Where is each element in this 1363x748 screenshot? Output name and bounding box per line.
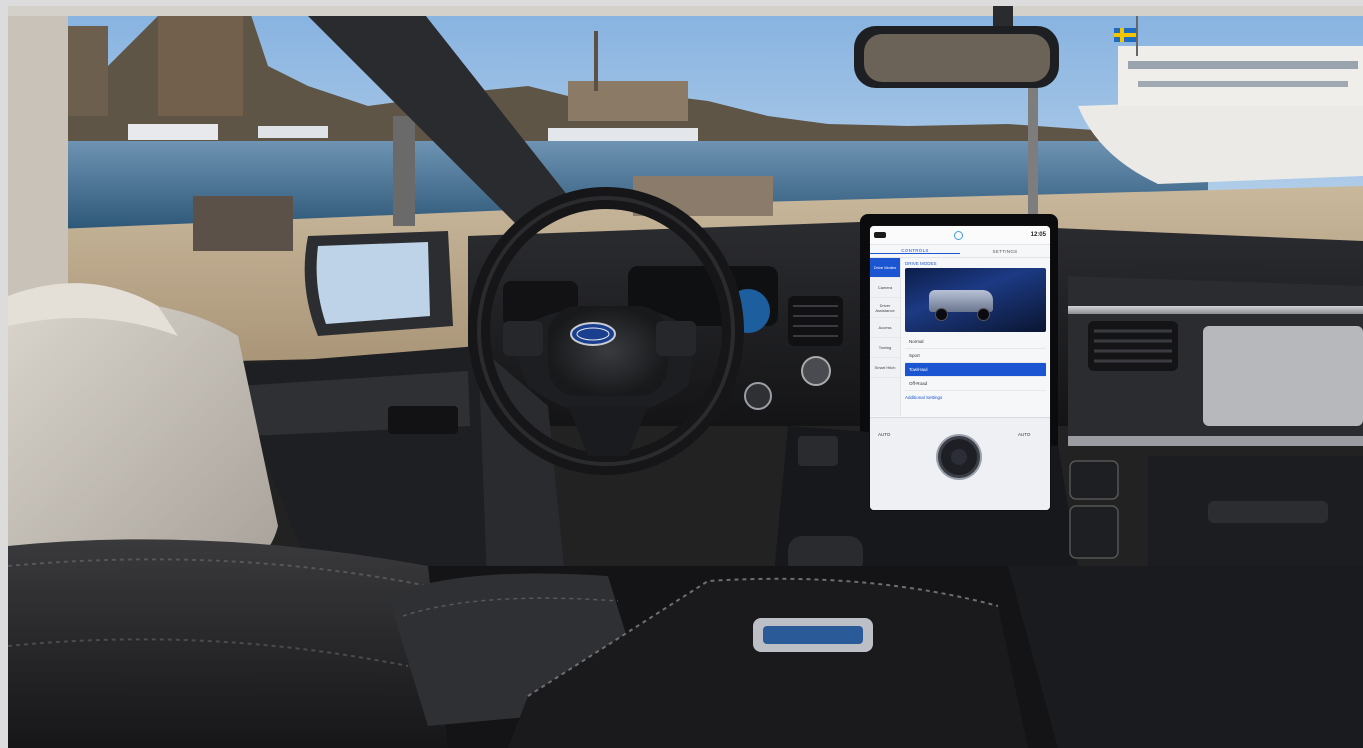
knob-center xyxy=(951,449,967,465)
sidebar-item-access[interactable]: Access xyxy=(870,318,900,338)
sidebar-item-drive-modes[interactable]: Drive Modes xyxy=(870,258,900,278)
mode-off-road[interactable]: Off-Road xyxy=(905,377,1046,391)
tab-settings[interactable]: SETTINGS xyxy=(960,249,1050,254)
mode-sport[interactable]: Sport xyxy=(905,349,1046,363)
sidebar-item-towing[interactable]: Towing xyxy=(870,338,900,358)
volume-knob[interactable] xyxy=(938,436,980,478)
wheel-icon xyxy=(935,308,948,321)
truck-preview-image xyxy=(905,268,1046,332)
alexa-icon[interactable] xyxy=(953,230,963,240)
sidebar-item-smart-hitch[interactable]: Smart Hitch xyxy=(870,358,900,378)
sidebar-item-camera[interactable]: Camera xyxy=(870,278,900,298)
screen-main: DRIVE MODES Normal Sport Tow/Haul Off-Ro… xyxy=(901,258,1050,416)
ford-oval-icon xyxy=(570,322,616,346)
screen-status-bar: 12:05 xyxy=(870,226,1050,245)
additional-settings-link[interactable]: Additional Settings xyxy=(905,391,1046,400)
photo-frame: 12:05 CONTROLS SETTINGS Drive Modes Came… xyxy=(0,0,1363,748)
mode-tow-haul[interactable]: Tow/Haul xyxy=(905,363,1046,377)
truck-interior-photo: 12:05 CONTROLS SETTINGS Drive Modes Came… xyxy=(8,6,1363,748)
tab-controls[interactable]: CONTROLS xyxy=(870,248,960,254)
clock: 12:05 xyxy=(1030,232,1046,238)
screen-sidebar: Drive Modes Camera Driver Assistance Acc… xyxy=(870,258,901,416)
infotainment-screen[interactable]: 12:05 CONTROLS SETTINGS Drive Modes Came… xyxy=(870,226,1050,510)
wheel-icon xyxy=(977,308,990,321)
climate-bar: AUTO AUTO xyxy=(870,417,1050,510)
section-title: DRIVE MODES xyxy=(905,261,937,266)
climate-left-label[interactable]: AUTO xyxy=(878,432,890,437)
mode-normal[interactable]: Normal xyxy=(905,335,1046,349)
truck-icon[interactable] xyxy=(874,232,886,238)
climate-right-label[interactable]: AUTO xyxy=(1018,432,1030,437)
screen-body: Drive Modes Camera Driver Assistance Acc… xyxy=(870,258,1050,416)
scene-illustration xyxy=(8,6,1363,748)
sidebar-item-driver-assistance[interactable]: Driver Assistance xyxy=(870,298,900,318)
screen-tabs: CONTROLS SETTINGS xyxy=(870,245,1050,258)
